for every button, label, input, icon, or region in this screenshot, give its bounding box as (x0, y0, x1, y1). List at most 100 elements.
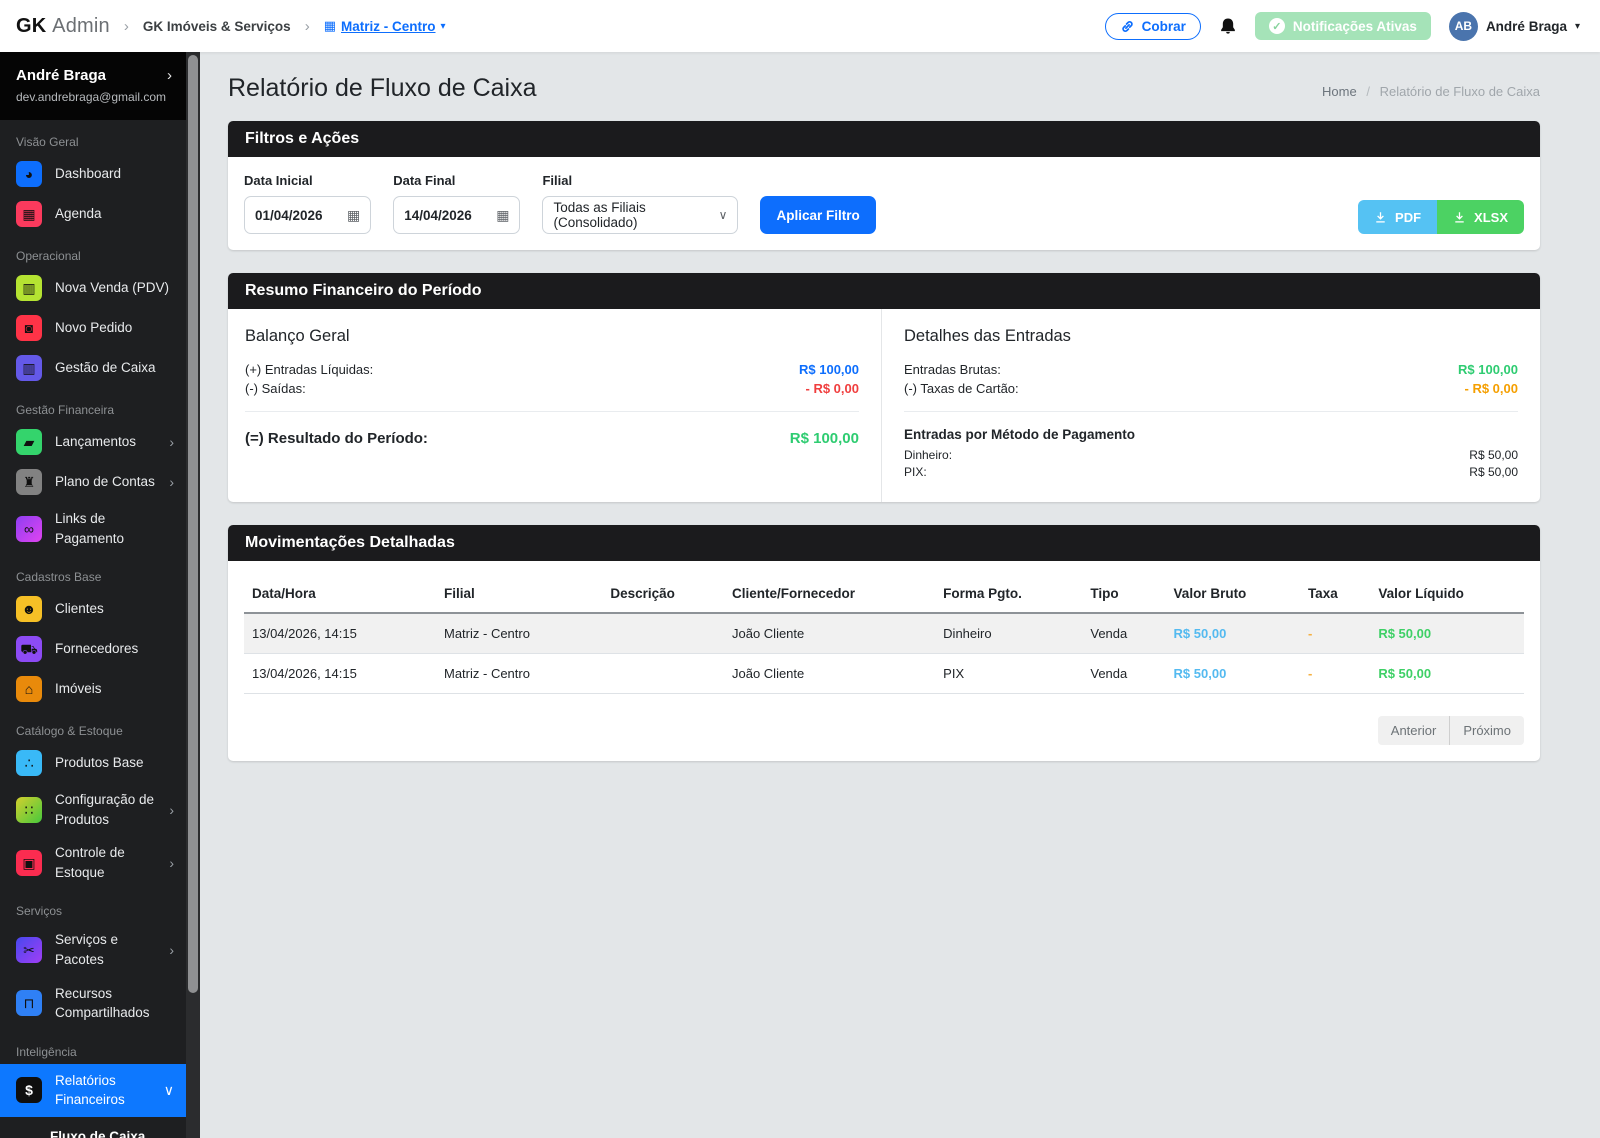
branch-selector[interactable]: ▦ Matriz - Centro ▾ (324, 18, 446, 34)
sidebar-item-plano-de-contas[interactable]: ♜Plano de Contas› (0, 462, 186, 502)
sidebar-item-recursos-compartilhados[interactable]: ⊓Recursos Compartilhados (0, 977, 186, 1030)
table-cell: Matriz - Centro (436, 654, 602, 694)
sidebar-item-servi-os-e-pacotes[interactable]: ✂Serviços e Pacotes› (0, 923, 186, 976)
export-pdf-button[interactable]: PDF (1358, 200, 1437, 234)
summary-row-label: (-) Saídas: (245, 381, 306, 396)
sidebar-item-label: Gestão de Caixa (55, 358, 156, 378)
data-final-label: Data Final (393, 173, 520, 188)
sidebar-item-clientes[interactable]: ☻ Clientes (0, 589, 186, 629)
chevron-right-icon: › (169, 942, 174, 958)
sidebar-item-nova-venda-pdv[interactable]: ▥Nova Venda (PDV) (0, 268, 186, 308)
summary-row: (-) Taxas de Cartão:- R$ 0,00 (904, 381, 1518, 396)
summary-row-value: R$ 100,00 (799, 362, 859, 377)
data-inicial-input[interactable] (255, 208, 339, 223)
next-page-button[interactable]: Próximo (1450, 716, 1524, 745)
balance-title: Balanço Geral (245, 327, 859, 346)
page-title: Relatório de Fluxo de Caixa (228, 74, 537, 103)
cobrar-button[interactable]: Cobrar (1105, 13, 1201, 40)
table-cell: R$ 50,00 (1370, 654, 1524, 694)
scissors-icon: ✂ (16, 937, 42, 963)
export-xlsx-button[interactable]: XLSX (1437, 200, 1524, 234)
filters-card: Filtros e Ações Data Inicial ▦ Data Fina… (228, 121, 1540, 250)
notifications-active-button[interactable]: ✓ Notificações Ativas (1255, 12, 1431, 40)
sidebar-item-agenda[interactable]: ▦Agenda (0, 194, 186, 234)
filial-select[interactable]: Todas as Filiais (Consolidado) ∨ (542, 196, 738, 234)
entries-detail-column: Detalhes das Entradas Entradas Brutas:R$… (881, 309, 1540, 502)
check-circle-icon: ✓ (1269, 18, 1285, 34)
sidebar-user-block[interactable]: André Braga › dev.andrebraga@gmail.com (0, 52, 186, 120)
breadcrumb-current: Relatório de Fluxo de Caixa (1380, 84, 1540, 99)
sidebar-item-label: Produtos Base (55, 753, 144, 773)
sidebar-item-controle-de-estoque[interactable]: ▣Controle de Estoque› (0, 836, 186, 889)
data-final-input[interactable] (404, 208, 488, 223)
sidebar-item-dashboard[interactable]: ◕Dashboard (0, 154, 186, 194)
payment-method-subtitle: Entradas por Método de Pagamento (904, 427, 1518, 442)
archive-box-icon: ▣ (16, 850, 42, 876)
top-header: GK Admin › GK Imóveis & Serviços › ▦ Mat… (0, 0, 1600, 52)
summary-row-label: Dinheiro: (904, 448, 952, 462)
cash-register-icon: ▥ (16, 355, 42, 381)
sidebar-item-label: Imóveis (55, 679, 102, 699)
sidebar: André Braga › dev.andrebraga@gmail.com V… (0, 52, 200, 1138)
breadcrumb-home-link[interactable]: Home (1322, 84, 1357, 99)
notifications-active-label: Notificações Ativas (1293, 19, 1417, 34)
sidebar-item-label: Fornecedores (55, 639, 138, 659)
sidebar-item-produtos-base[interactable]: ∴Produtos Base (0, 743, 186, 783)
apply-filter-button[interactable]: Aplicar Filtro (760, 196, 875, 234)
sidebar-item-label: Clientes (55, 599, 104, 619)
sidebar-item-label: Nova Venda (PDV) (55, 278, 169, 298)
sidebar-scrollbar-thumb[interactable] (188, 55, 198, 993)
table-cell: - (1300, 654, 1370, 694)
sidebar-item-lan-amentos[interactable]: ▰Lançamentos› (0, 422, 186, 462)
calendar-icon[interactable]: ▦ (496, 207, 509, 224)
user-menu[interactable]: AB André Braga ▾ (1449, 12, 1580, 41)
avatar[interactable]: AB (1449, 12, 1478, 41)
sidebar-item-im-veis[interactable]: ⌂Imóveis (0, 669, 186, 709)
wallet-icon: ▰ (16, 429, 42, 455)
building-icon: ▦ (324, 18, 336, 34)
chair-icon: ⊓ (16, 990, 42, 1016)
calendar-icon[interactable]: ▦ (347, 207, 360, 224)
sidebar-section-label: Operacional (0, 234, 186, 268)
chevron-down-icon: ∨ (719, 208, 728, 222)
sidebar-user-email: dev.andrebraga@gmail.com (16, 90, 172, 104)
summary-card-title: Resumo Financeiro do Período (228, 273, 1540, 309)
logo-bold: GK (16, 15, 46, 37)
users-icon: ☻ (16, 596, 42, 622)
movements-card-title: Movimentações Detalhadas (228, 525, 1540, 561)
sidebar-item-label: Plano de Contas (55, 472, 155, 492)
table-row: 13/04/2026, 14:15Matriz - CentroJoão Cli… (244, 613, 1524, 654)
table-column-header: Forma Pgto. (935, 575, 1082, 613)
movements-card: Movimentações Detalhadas Data/HoraFilial… (228, 525, 1540, 761)
export-button-group: PDF XLSX (1358, 200, 1524, 234)
data-final-field[interactable]: ▦ (393, 196, 520, 234)
sidebar-item-configura-o-de-produtos[interactable]: ∷Configuração de Produtos› (0, 783, 186, 836)
previous-page-button[interactable]: Anterior (1378, 716, 1451, 745)
report-dollar-icon: $ (16, 1077, 42, 1103)
app-logo: GK Admin (16, 15, 110, 38)
chevron-right-icon: › (305, 18, 310, 35)
sidebar-item-label: Novo Pedido (55, 318, 132, 338)
sidebar-item-fornecedores[interactable]: ⛟ Fornecedores (0, 629, 186, 669)
chevron-right-icon: › (169, 802, 174, 818)
shopping-bag-icon: ◙ (16, 315, 42, 341)
data-inicial-field[interactable]: ▦ (244, 196, 371, 234)
summary-row-value: R$ 50,00 (1469, 448, 1518, 462)
truck-icon: ⛟ (16, 636, 42, 662)
sidebar-item-links-de-pagamento[interactable]: ∞Links de Pagamento (0, 502, 186, 555)
chevron-right-icon: › (169, 434, 174, 450)
period-result-label: (=) Resultado do Período: (245, 430, 428, 447)
sidebar-scrollbar[interactable] (186, 52, 200, 1138)
table-cell: Matriz - Centro (436, 613, 602, 654)
sidebar-item-novo-pedido[interactable]: ◙ Novo Pedido (0, 308, 186, 348)
submenu-item-fluxo-de-caixa[interactable]: Fluxo de Caixa (50, 1121, 186, 1138)
branch-name[interactable]: Matriz - Centro (341, 19, 436, 34)
table-column-header: Taxa (1300, 575, 1370, 613)
notifications-bell-button[interactable] (1219, 17, 1237, 35)
table-cell: R$ 50,00 (1166, 613, 1300, 654)
sidebar-item-relat-rios-financeiros[interactable]: $Relatórios Financeiros∨ (0, 1064, 186, 1117)
summary-row-label: PIX: (904, 465, 927, 479)
filial-selected-value: Todas as Filiais (Consolidado) (553, 200, 710, 230)
sidebar-section-label: Gestão Financeira (0, 388, 186, 422)
sidebar-item-gest-o-de-caixa[interactable]: ▥ Gestão de Caixa (0, 348, 186, 388)
